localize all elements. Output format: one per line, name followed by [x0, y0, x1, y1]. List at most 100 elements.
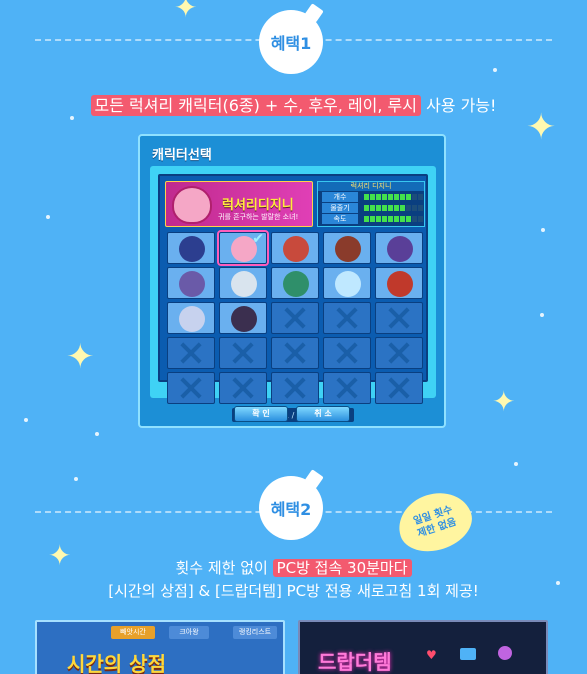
stat-bar-segment [406, 204, 411, 211]
character-slot[interactable] [271, 267, 319, 299]
stats-header: 럭셔리 디지니 [318, 182, 424, 191]
stat-bar-segment [388, 215, 393, 222]
item-icon [460, 648, 476, 660]
stat-bar-segment [382, 204, 387, 211]
stat-bar-segment [394, 193, 399, 200]
character-avatar [387, 236, 413, 262]
character-slot[interactable] [167, 267, 215, 299]
stat-bar-segment [364, 204, 369, 211]
stat-bar [364, 204, 423, 211]
empty-slot [167, 337, 215, 369]
shop-button-3: 랭킹리스트 [233, 626, 277, 639]
character-avatar [179, 306, 205, 332]
benefit1-rest: 사용 가능! [420, 96, 497, 115]
shop-title: 시간의 상점 [67, 652, 166, 674]
banner-character-name: 럭셔리디지니 [222, 198, 294, 213]
decor-dot [46, 215, 50, 219]
drop-title: 드랍더템 [318, 650, 392, 674]
check-icon: ✔ [252, 232, 264, 247]
stat-bar-segment [370, 204, 375, 211]
stat-row: 개수 [318, 191, 424, 202]
decor-dot [514, 462, 518, 466]
stat-bar-segment [394, 204, 399, 211]
empty-slot [375, 372, 423, 404]
character-slot[interactable] [219, 302, 267, 334]
stat-bar-segment [382, 193, 387, 200]
benefit1-badge: 혜택1 [259, 10, 323, 74]
benefit1-headline: 모든 럭셔리 캐릭터(6종) + 수, 후우, 레이, 루시 사용 가능! [0, 92, 587, 116]
empty-slot [375, 337, 423, 369]
stat-bar-segment [400, 193, 405, 200]
stat-bar-segment [418, 204, 423, 211]
sparkle-icon: ✦ [174, 0, 198, 24]
character-slot[interactable] [323, 267, 371, 299]
benefit2-badge: 혜택2 [259, 476, 323, 540]
decor-dot [74, 477, 78, 481]
item-icon [498, 646, 512, 660]
stat-label: 물줄기 [322, 202, 358, 213]
decor-dot [541, 228, 545, 232]
benefit2-line1-prefix: 횟수 제한 없이 [175, 559, 273, 577]
character-slot[interactable] [323, 232, 371, 264]
character-grid: ✔ [167, 230, 423, 404]
cancel-button[interactable]: 취 소 [296, 406, 350, 422]
stat-bar-segment [412, 193, 417, 200]
stat-bar-segment [370, 215, 375, 222]
stat-bar [364, 193, 423, 200]
stat-bar-segment [406, 193, 411, 200]
decor-dot [70, 116, 74, 120]
stat-label: 속도 [322, 213, 358, 224]
sparkle-icon: ✦ [492, 385, 516, 418]
character-slot[interactable] [167, 232, 215, 264]
stat-label: 개수 [322, 191, 358, 202]
shop-button-2: 크아왕 [169, 626, 209, 639]
stat-bar-segment [370, 193, 375, 200]
character-avatar [335, 271, 361, 297]
banner-character-desc: 귀를 흔구하는 발랄한 소녀! [218, 213, 299, 221]
empty-slot [271, 302, 319, 334]
decor-dot [540, 313, 544, 317]
stat-row: 물줄기 [318, 202, 424, 213]
stat-row: 속도 [318, 213, 424, 224]
benefit2-label: 혜택2 [270, 500, 312, 519]
window-title: 캐릭터선택 [152, 148, 212, 163]
character-slot[interactable] [167, 302, 215, 334]
empty-slot [219, 337, 267, 369]
empty-slot [323, 372, 371, 404]
character-slot[interactable] [375, 232, 423, 264]
decor-dot [24, 418, 28, 422]
empty-slot [375, 302, 423, 334]
stat-bar-segment [400, 215, 405, 222]
stat-bar-segment [412, 204, 417, 211]
empty-slot [323, 337, 371, 369]
stat-bar-segment [418, 215, 423, 222]
stat-bar-segment [376, 193, 381, 200]
stat-bar-segment [364, 215, 369, 222]
empty-slot [167, 372, 215, 404]
stat-bar-segment [388, 204, 393, 211]
stat-bar-segment [418, 193, 423, 200]
character-slot[interactable] [271, 232, 319, 264]
empty-slot [271, 372, 319, 404]
confirm-button[interactable]: 확 인 [234, 406, 288, 422]
window-body: 럭셔리디지니 귀를 흔구하는 발랄한 소녀! 럭셔리 디지니 개수 물줄기 속도 ✔… [150, 166, 436, 422]
stat-bar-segment [364, 193, 369, 200]
character-portrait [172, 186, 212, 224]
stat-bar-segment [406, 215, 411, 222]
stat-bar-segment [412, 215, 417, 222]
character-avatar [179, 236, 205, 262]
empty-slot [323, 302, 371, 334]
character-avatar [387, 271, 413, 297]
sparkle-icon: ✦ [66, 337, 95, 377]
benefit1-label: 혜택1 [270, 34, 312, 53]
no-limit-badge: 일일 횟수 제한 없음 [391, 483, 479, 561]
heart-icon: ♥ [426, 648, 437, 662]
character-slot[interactable] [375, 267, 423, 299]
character-slot[interactable]: ✔ [217, 230, 269, 266]
stat-bar-segment [382, 215, 387, 222]
character-slot[interactable] [219, 267, 267, 299]
stat-bar-segment [376, 204, 381, 211]
character-panel: 럭셔리디지니 귀를 흔구하는 발랄한 소녀! 럭셔리 디지니 개수 물줄기 속도 ✔ [158, 174, 428, 404]
shop-button-1: 빼앗시간 [111, 626, 155, 639]
stat-bar-segment [394, 215, 399, 222]
